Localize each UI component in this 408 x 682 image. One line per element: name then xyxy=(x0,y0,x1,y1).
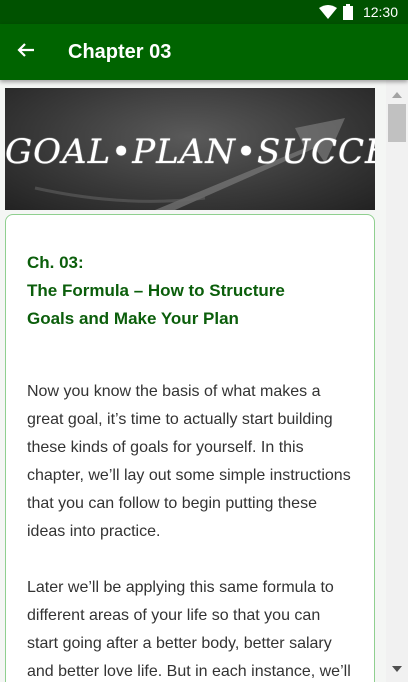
banner-text: GOAL•PLAN•SUCCESS xyxy=(5,132,375,172)
paragraph-line: great goal, it’s time to actually start … xyxy=(27,411,333,428)
scroll-up-arrow-icon[interactable] xyxy=(386,84,408,106)
chapter-heading: Ch. 03: The Formula – How to Structure G… xyxy=(27,249,353,333)
arrow-back-icon xyxy=(17,42,35,63)
paragraph-line: start going after a better body, better … xyxy=(27,635,332,652)
paragraph-line: these kinds of goals for yourself. In th… xyxy=(27,439,304,456)
chapter-card: Ch. 03: The Formula – How to Structure G… xyxy=(5,214,375,682)
status-time: 12:30 xyxy=(362,4,398,20)
chapter-heading-line: The Formula – How to Structure xyxy=(27,281,285,300)
app-bar: Chapter 03 xyxy=(0,24,408,80)
vertical-scrollbar[interactable] xyxy=(386,80,408,682)
page-title: Chapter 03 xyxy=(68,40,172,63)
paragraph-line: that you can follow to begin putting the… xyxy=(27,495,317,512)
scrollbar-thumb[interactable] xyxy=(388,104,406,142)
paragraph-1: Now you know the basis of what makes a g… xyxy=(27,378,353,546)
paragraph-line: different areas of your life so that you… xyxy=(27,607,321,624)
status-bar: 12:30 xyxy=(0,0,408,24)
paragraph-line: Later we’ll be applying this same formul… xyxy=(27,579,334,596)
chapter-heading-line: Goals and Make Your Plan xyxy=(27,309,239,328)
paragraph-2: Later we’ll be applying this same formul… xyxy=(27,574,353,682)
paragraph-line: Now you know the basis of what makes a xyxy=(27,383,321,400)
chapter-content[interactable]: GOAL•PLAN•SUCCESS Ch. 03: The Formula – … xyxy=(0,80,386,682)
paragraph-line: ideas into practice. xyxy=(27,523,161,540)
paragraph-line: and better love life. But in each instan… xyxy=(27,663,351,680)
battery-icon xyxy=(342,4,353,20)
scroll-down-arrow-icon[interactable] xyxy=(386,658,408,680)
chapter-banner-image: GOAL•PLAN•SUCCESS xyxy=(5,88,375,210)
wifi-icon xyxy=(318,5,337,19)
chapter-heading-line: Ch. 03: xyxy=(27,253,84,272)
back-button[interactable] xyxy=(0,24,52,80)
paragraph-line: chapter, we’ll lay out some simple instr… xyxy=(27,467,351,484)
